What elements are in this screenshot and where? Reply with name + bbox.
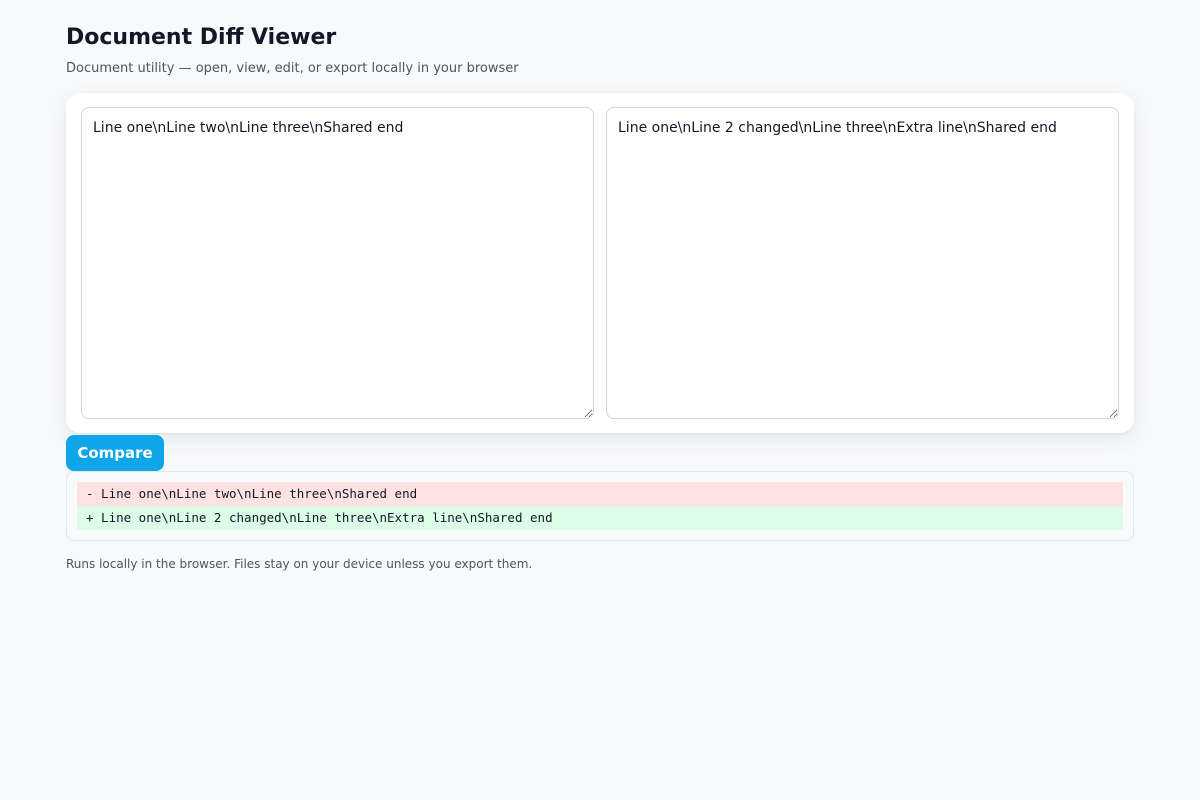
page-title: Document Diff Viewer (66, 25, 337, 50)
diff-line-added: + Line one\nLine 2 changed\nLine three\n… (77, 506, 1123, 530)
diff-output: - Line one\nLine two\nLine three\nShared… (66, 471, 1134, 541)
diff-line-removed: - Line one\nLine two\nLine three\nShared… (77, 482, 1123, 506)
modified-document-input[interactable]: Line one\nLine 2 changed\nLine three\nEx… (606, 107, 1119, 419)
footer-note: Runs locally in the browser. Files stay … (66, 557, 533, 571)
compare-button[interactable]: Compare (66, 435, 164, 471)
page-subtitle: Document utility — open, view, edit, or … (66, 61, 519, 76)
original-document-input[interactable]: Line one\nLine two\nLine three\nShared e… (81, 107, 594, 419)
editor-card: Line one\nLine two\nLine three\nShared e… (66, 93, 1134, 433)
